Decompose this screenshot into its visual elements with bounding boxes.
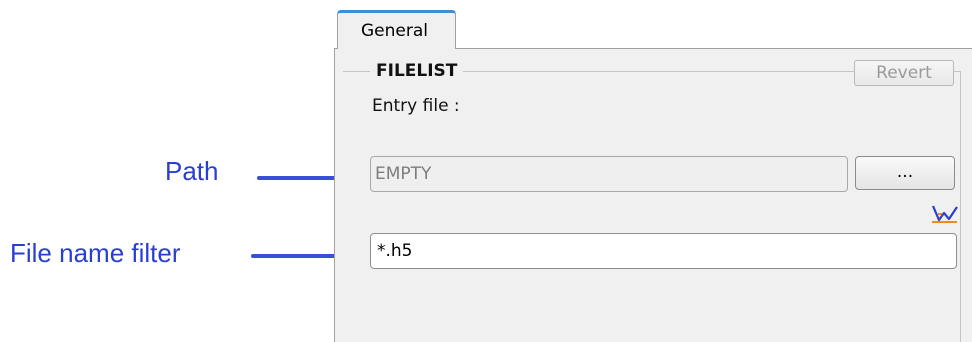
revert-button[interactable]: Revert <box>854 60 954 86</box>
settings-panel <box>334 48 972 342</box>
path-callout-label: Path <box>165 156 219 186</box>
path-input[interactable]: EMPTY <box>370 156 848 192</box>
line-chart-icon[interactable] <box>929 202 959 224</box>
filter-callout-label: File name filter <box>10 238 181 268</box>
group-border-right <box>960 71 961 342</box>
stage: Path File name filter General FILELIST R… <box>0 0 972 342</box>
file-name-filter-input[interactable]: *.h5 <box>370 233 957 269</box>
entry-file-label: Entry file : <box>372 96 460 116</box>
group-title: FILELIST <box>370 60 464 82</box>
tab-general[interactable]: General <box>337 10 456 49</box>
tab-general-label: General <box>361 21 428 41</box>
browse-button[interactable]: ... <box>855 156 955 190</box>
